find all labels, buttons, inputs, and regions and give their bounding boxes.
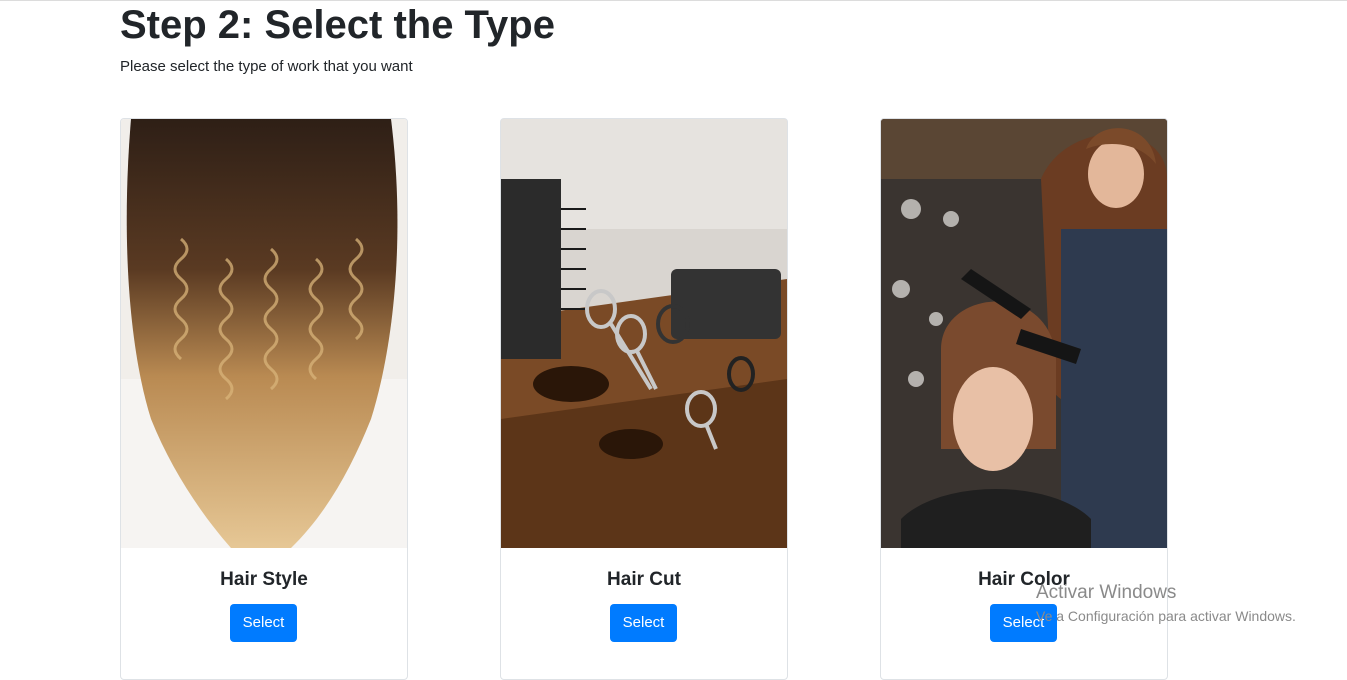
card-title: Hair Cut (607, 569, 681, 590)
page-subtitle: Please select the type of work that you … (120, 58, 413, 75)
card-title: Hair Color (978, 569, 1070, 590)
select-hair-style-button[interactable]: Select (230, 604, 297, 642)
card-title: Hair Style (220, 569, 308, 590)
hair-color-image (881, 119, 1167, 548)
hair-style-image (121, 119, 407, 548)
top-divider (0, 0, 1347, 1)
select-hair-cut-button[interactable]: Select (610, 604, 677, 642)
card-hair-style: Hair Style Select (120, 118, 408, 680)
hair-cut-image (501, 119, 787, 548)
page-title: Step 2: Select the Type (120, 3, 555, 47)
card-hair-color: Hair Color Select (880, 118, 1168, 680)
card-hair-cut: Hair Cut Select (500, 118, 788, 680)
select-hair-color-button[interactable]: Select (990, 604, 1057, 642)
